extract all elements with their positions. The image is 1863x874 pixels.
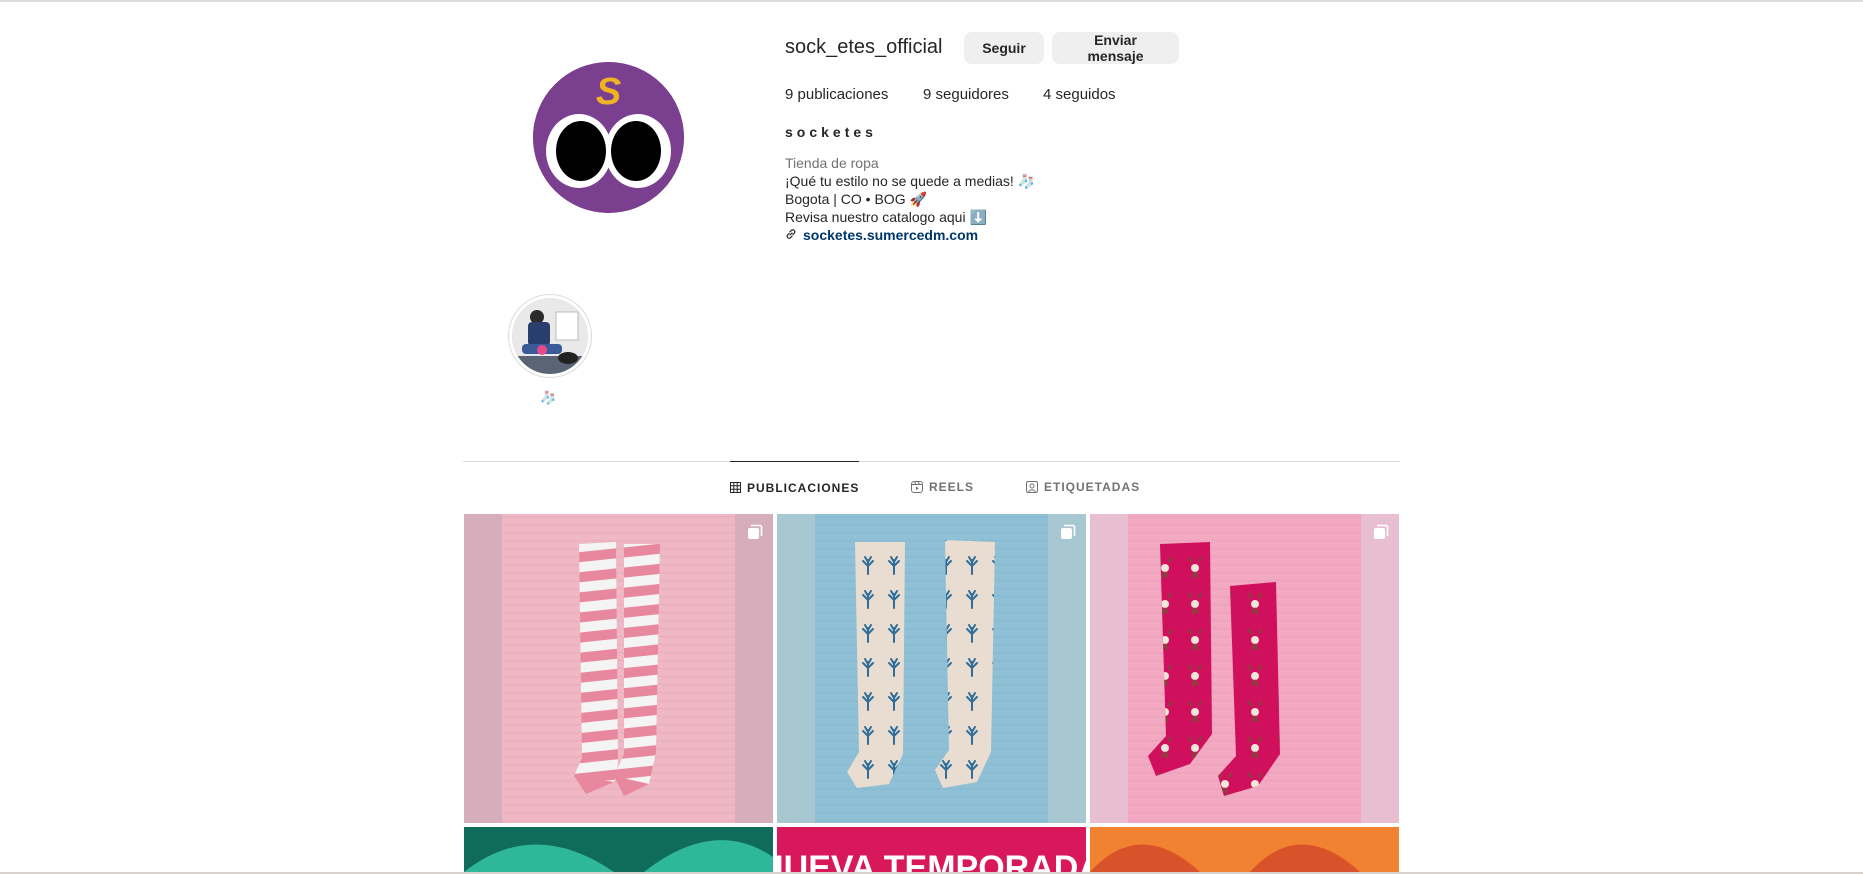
tab-label: REELS — [929, 480, 975, 494]
bio-link-row: socketes.sumercedm.com — [785, 226, 1035, 244]
following-count[interactable]: 4 seguidos — [1043, 86, 1116, 103]
post-tile[interactable]: ¡NUEVA TEMPORADA! — [777, 827, 1086, 872]
bio-website-link[interactable]: socketes.sumercedm.com — [803, 226, 978, 244]
bio-category: Tienda de ropa — [785, 155, 879, 171]
link-icon — [785, 226, 797, 244]
highlight-label: 🧦 — [540, 390, 557, 405]
send-message-button[interactable]: Enviar mensaje — [1052, 32, 1179, 64]
carousel-icon — [1060, 524, 1076, 540]
bio-line: ¡Qué tu estilo no se quede a medias! 🧦 — [785, 173, 1036, 189]
tab-posts[interactable]: PUBLICACIONES — [730, 461, 860, 513]
bio-line: Bogota | CO • BOG 🚀 — [785, 191, 927, 207]
post-tile[interactable] — [1090, 514, 1399, 823]
grid-icon — [730, 482, 741, 493]
tagged-icon — [1026, 481, 1038, 493]
carousel-icon — [747, 524, 763, 540]
followers-count[interactable]: 9 seguidores — [923, 86, 1009, 103]
avatar-letter: S — [596, 71, 621, 113]
tab-reels[interactable]: REELS — [911, 461, 974, 513]
teaser-text: ¡NUEVA TEMPORADA! — [777, 849, 1086, 872]
bio-line: Revisa nuestro catalogo aqui ⬇️ — [785, 209, 987, 225]
post-tile[interactable] — [1090, 827, 1399, 872]
profile-avatar[interactable]: S — [533, 62, 684, 213]
tab-label: PUBLICACIONES — [747, 480, 860, 495]
profile-username: sock_etes_official — [785, 36, 943, 58]
follow-button[interactable]: Seguir — [964, 32, 1044, 64]
top-border — [0, 0, 1863, 2]
post-tile[interactable] — [464, 514, 773, 823]
profile-bio: Tienda de ropa ¡Qué tu estilo no se qued… — [785, 154, 1035, 244]
post-tile[interactable] — [464, 827, 773, 872]
tab-label: ETIQUETADAS — [1044, 480, 1141, 494]
story-highlight[interactable] — [508, 294, 592, 378]
posts-count: 9 publicaciones — [785, 86, 889, 103]
tab-tagged[interactable]: ETIQUETADAS — [1026, 461, 1140, 513]
post-tile[interactable] — [777, 514, 1086, 823]
carousel-icon — [1373, 524, 1389, 540]
reels-icon — [911, 481, 923, 493]
profile-full-name: socketes — [785, 124, 877, 140]
highlight-cover — [512, 298, 588, 374]
